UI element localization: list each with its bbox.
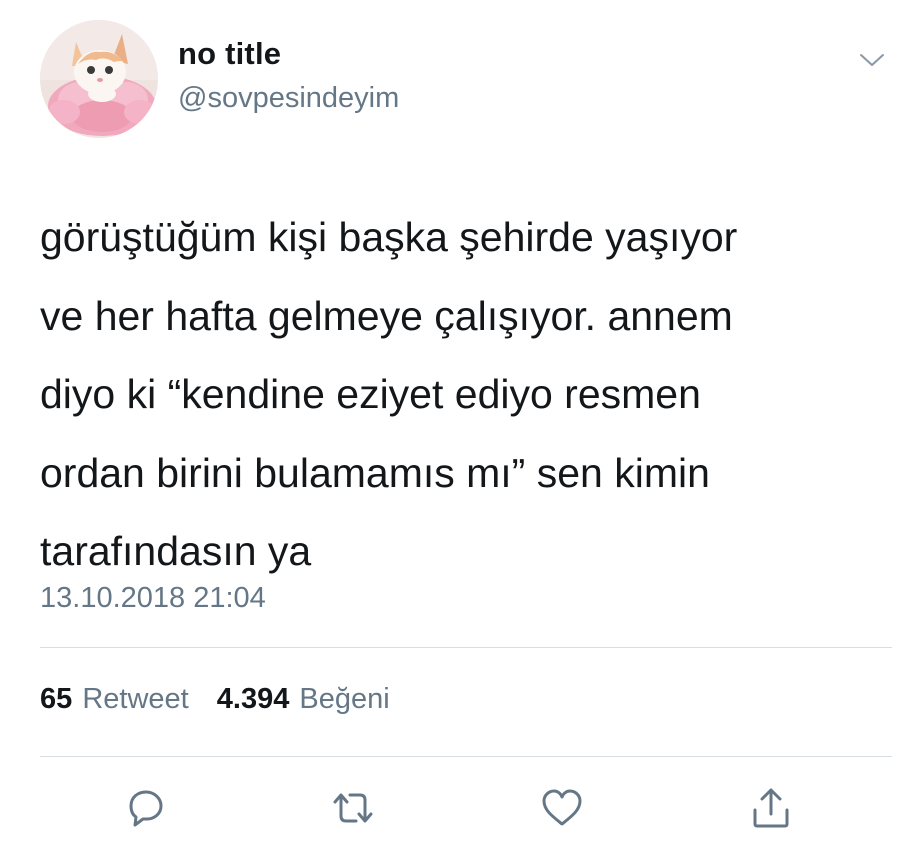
divider xyxy=(40,647,892,648)
like-count-stat[interactable]: 4.394 Beğeni xyxy=(217,683,390,715)
reply-bubble-icon xyxy=(129,790,163,827)
display-name[interactable]: no title xyxy=(178,36,281,72)
retweet-arrows-icon xyxy=(333,793,373,823)
like-count: 4.394 xyxy=(216,683,290,715)
chevron-down-icon[interactable] xyxy=(856,48,888,72)
tweet-card: no title @sovpesindeyim görüştüğüm kişi … xyxy=(0,0,900,855)
cat-avatar-icon xyxy=(40,20,158,138)
tweet-text-line: ordan birini bulamamıs mı” sen kimin xyxy=(40,449,710,496)
avatar[interactable] xyxy=(40,20,158,138)
heart-icon xyxy=(542,789,582,826)
reply-button[interactable] xyxy=(121,784,169,832)
tweet-text-line: tarafındasın ya xyxy=(40,528,312,574)
user-handle[interactable]: @sovpesindeyim xyxy=(178,82,399,115)
share-button[interactable] xyxy=(747,784,795,832)
divider xyxy=(40,756,892,757)
retweet-count-stat[interactable]: 65 Retweet xyxy=(40,683,197,715)
like-label: Beğeni xyxy=(299,683,390,715)
tweet-text-line: ve her hafta gelmeye çalışıyor. annem xyxy=(40,292,733,339)
share-upload-icon xyxy=(753,788,789,828)
tweet-text: görüştüğüm kişi başka şehirde yaşıyor ve… xyxy=(40,198,870,591)
tweet-text-line: görüştüğüm kişi başka şehirde yaşıyor xyxy=(40,214,738,260)
like-button[interactable] xyxy=(538,784,586,832)
retweet-count: 65 xyxy=(40,683,73,715)
engagement-stats: 65 Retweet 4.394 Beğeni xyxy=(40,683,410,716)
retweet-button[interactable] xyxy=(329,784,377,832)
retweet-label: Retweet xyxy=(82,683,189,715)
tweet-timestamp[interactable]: 13.10.2018 21:04 xyxy=(40,582,266,615)
tweet-text-line: diyo ki “kendine eziyet ediyo resmen xyxy=(40,371,701,417)
